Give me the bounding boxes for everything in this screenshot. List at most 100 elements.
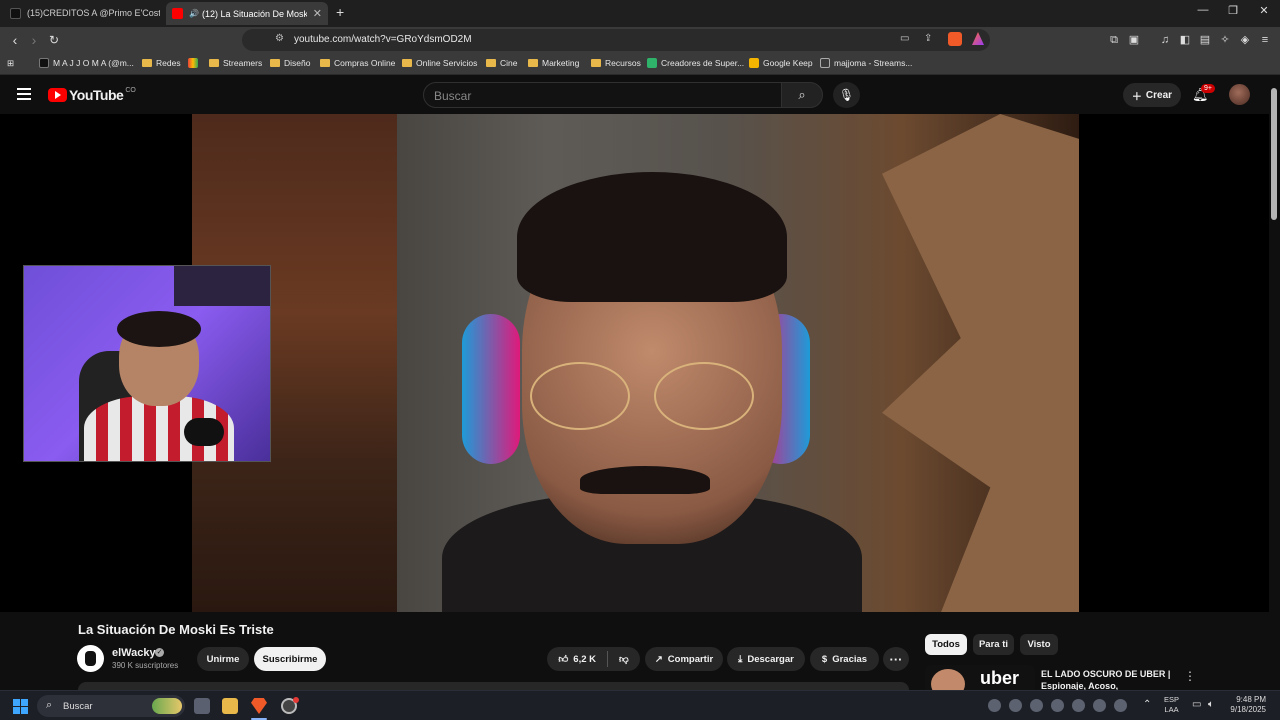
bookmark-item[interactable]: Recursos bbox=[591, 58, 641, 68]
chip-all[interactable]: Todos bbox=[925, 634, 967, 655]
file-explorer-icon[interactable] bbox=[222, 698, 238, 714]
music-icon[interactable]: ♫ bbox=[1158, 33, 1172, 47]
voice-search-icon[interactable]: 🎙 bbox=[833, 82, 860, 108]
channel-avatar[interactable] bbox=[77, 645, 104, 672]
search-button[interactable]: ⌕ bbox=[781, 82, 823, 108]
page-scrollbar[interactable] bbox=[1271, 88, 1277, 220]
download-button[interactable]: ⤓ Descargar bbox=[727, 647, 805, 671]
keep-icon bbox=[749, 58, 759, 68]
youtube-header: YouTube CO Buscar ⌕ 🎙 ＋ Crear 🔔︎ 9+ bbox=[0, 76, 1280, 114]
system-tray bbox=[988, 699, 1127, 713]
back-icon[interactable]: ‹ bbox=[6, 31, 24, 49]
more-actions-button[interactable]: ··· bbox=[883, 647, 909, 671]
network-icon[interactable]: ▭ bbox=[1192, 699, 1201, 710]
taskbar: ⌕ Buscar ⌃ ESP LAA ▭ 🔈︎ 9:48 PM 9/18/202… bbox=[0, 690, 1280, 720]
folder-icon bbox=[402, 59, 412, 67]
task-view-icon[interactable] bbox=[194, 698, 210, 714]
minimize-button[interactable]: — bbox=[1188, 4, 1218, 16]
bookmark-item[interactable]: Diseño bbox=[270, 58, 310, 68]
bookmark-item[interactable]: Online Servicios bbox=[402, 58, 477, 68]
apps-icon[interactable]: ⊞ bbox=[7, 58, 14, 69]
dislike-icon[interactable]: 👎︎ bbox=[619, 653, 629, 665]
search-input[interactable]: Buscar bbox=[434, 89, 471, 103]
bluetooth-icon[interactable] bbox=[1093, 699, 1106, 712]
wallet-icon[interactable]: ▣ bbox=[1127, 33, 1141, 47]
recommended-title[interactable]: EL LADO OSCURO DE UBER | Espionaje, Acos… bbox=[1041, 668, 1181, 690]
bookmark-item[interactable]: Redes bbox=[142, 58, 181, 68]
cast-icon[interactable]: ▭ bbox=[900, 33, 909, 44]
language-code: ESP bbox=[1164, 695, 1180, 704]
close-tab-icon[interactable]: ✕ bbox=[309, 7, 322, 20]
thanks-label: Gracias bbox=[832, 653, 868, 665]
recommended-thumbnail[interactable]: uber bbox=[925, 665, 1035, 690]
subscribe-button[interactable]: Suscribirme bbox=[254, 647, 326, 671]
download-icon: ⤓ bbox=[738, 653, 743, 665]
bookmark-item[interactable]: Marketing bbox=[528, 58, 579, 68]
close-window-button[interactable]: ✕ bbox=[1249, 4, 1279, 17]
extensions-icon[interactable]: ⧉ bbox=[1107, 33, 1121, 47]
description-box[interactable] bbox=[78, 682, 909, 690]
youtube-logo[interactable]: YouTube CO bbox=[48, 87, 136, 103]
avatar[interactable] bbox=[1229, 84, 1250, 105]
site-info-icon[interactable]: ⚙ bbox=[275, 33, 284, 44]
video-player[interactable] bbox=[0, 114, 1269, 612]
discord-icon[interactable] bbox=[1072, 699, 1085, 712]
browser-tab-active[interactable]: 🔊 (12) La Situación De Moski Es ✕ bbox=[166, 2, 328, 25]
share-button[interactable]: ↗ Compartir bbox=[645, 647, 723, 671]
taskbar-search[interactable]: ⌕ Buscar bbox=[37, 695, 185, 717]
address-bar[interactable]: ⚙ youtube.com/watch?v=GRoYdsmOD2M ▭ ⇪ bbox=[242, 29, 990, 51]
bookmark-item[interactable]: Creadores de Super... bbox=[647, 58, 744, 68]
steam-icon[interactable] bbox=[1030, 699, 1043, 712]
windows-start-icon[interactable] bbox=[13, 699, 28, 714]
volume-icon[interactable]: 🔈︎ bbox=[1208, 699, 1214, 710]
chevron-up-icon[interactable]: ⌃ bbox=[1143, 699, 1151, 710]
input-language[interactable]: ESP LAA bbox=[1164, 695, 1179, 715]
thanks-button[interactable]: $ Gracias bbox=[810, 647, 879, 671]
sidebar-icon[interactable]: ◧ bbox=[1178, 33, 1192, 47]
forward-icon[interactable]: › bbox=[25, 31, 43, 49]
clock[interactable]: 9:48 PM 9/18/2025 bbox=[1226, 695, 1266, 715]
brave-browser-icon[interactable] bbox=[251, 698, 267, 714]
leo-ai-icon[interactable]: ✧ bbox=[1218, 33, 1232, 47]
bookmark-item[interactable]: Cine bbox=[486, 58, 517, 68]
join-button[interactable]: Unirme bbox=[197, 647, 249, 671]
menu-icon[interactable]: ≡ bbox=[1258, 33, 1272, 47]
youtube-wordmark: YouTube bbox=[69, 87, 124, 103]
browser-tab[interactable]: (15)CREDITOS A @Primo E'Costa 🌴 bbox=[4, 2, 160, 25]
vpn-icon[interactable]: ◈ bbox=[1238, 33, 1252, 47]
bookmark-item[interactable]: Google Keep bbox=[749, 58, 813, 68]
facecam-shelf bbox=[174, 266, 270, 306]
tt-icon bbox=[820, 58, 830, 68]
folder-icon bbox=[528, 59, 538, 67]
plus-icon: ＋ bbox=[1131, 91, 1142, 103]
like-count[interactable]: 6,2 K bbox=[573, 654, 596, 665]
tray-app-icon[interactable] bbox=[1009, 699, 1022, 712]
bookmark-item[interactable]: majjoma - Streams... bbox=[820, 58, 912, 68]
wallet-card-icon[interactable]: ▤ bbox=[1198, 33, 1212, 47]
verified-icon: ✓ bbox=[155, 648, 164, 657]
brave-shields-icon[interactable] bbox=[948, 32, 962, 46]
share-label: Compartir bbox=[667, 653, 714, 665]
country-code: CO bbox=[125, 86, 136, 94]
bookmark-item[interactable]: Compras Online bbox=[320, 58, 395, 68]
bookmark-item[interactable]: Streamers bbox=[209, 58, 262, 68]
bookmark-item[interactable] bbox=[188, 58, 202, 68]
create-button[interactable]: ＋ Crear bbox=[1123, 83, 1181, 107]
restore-button[interactable]: ❐ bbox=[1218, 4, 1248, 17]
search-box[interactable]: Buscar bbox=[423, 82, 782, 108]
recommended-menu-icon[interactable]: ⋮ bbox=[1184, 669, 1196, 683]
like-icon[interactable]: 👍︎ bbox=[558, 653, 568, 665]
tray-app-icon[interactable] bbox=[1051, 699, 1064, 712]
tray-app-icon[interactable] bbox=[988, 699, 1001, 712]
reload-icon[interactable]: ↻ bbox=[45, 31, 63, 49]
share-icon[interactable]: ⇪ bbox=[924, 33, 932, 44]
guide-menu-icon[interactable] bbox=[17, 88, 31, 100]
channel-name[interactable]: elWacky bbox=[112, 647, 156, 659]
new-tab-button[interactable]: + bbox=[336, 4, 344, 20]
bookmark-item[interactable]: M A J J O M A (@m... bbox=[39, 58, 134, 68]
brave-rewards-icon[interactable] bbox=[972, 32, 984, 45]
video-frame[interactable] bbox=[192, 114, 1079, 612]
nvidia-icon[interactable] bbox=[1114, 699, 1127, 712]
chip-for-you[interactable]: Para ti bbox=[973, 634, 1014, 655]
chip-watched[interactable]: Visto bbox=[1020, 634, 1058, 655]
